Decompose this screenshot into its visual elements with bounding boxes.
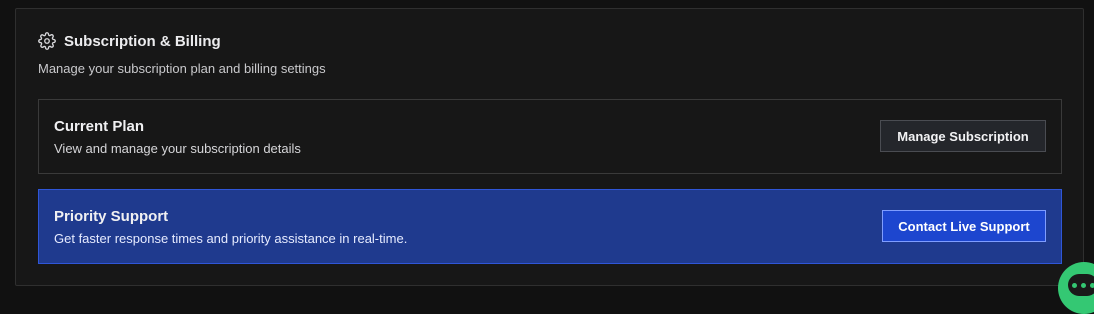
chat-dot <box>1072 283 1077 288</box>
current-plan-title: Current Plan <box>54 118 144 135</box>
manage-subscription-button[interactable]: Manage Subscription <box>880 120 1046 152</box>
chat-dot <box>1090 283 1094 288</box>
subscription-billing-card: Subscription & Billing Manage your subsc… <box>15 8 1084 286</box>
contact-live-support-button[interactable]: Contact Live Support <box>882 210 1046 242</box>
current-plan-panel: Current Plan View and manage your subscr… <box>38 99 1062 174</box>
priority-support-panel: Priority Support Get faster response tim… <box>38 189 1062 264</box>
gear-icon <box>38 32 56 50</box>
section-subtitle: Manage your subscription plan and billin… <box>38 61 326 76</box>
chat-dot <box>1081 283 1086 288</box>
priority-support-description: Get faster response times and priority a… <box>54 231 407 246</box>
section-title: Subscription & Billing <box>64 33 221 50</box>
chat-bubble-icon <box>1068 274 1094 296</box>
section-header: Subscription & Billing <box>38 32 221 50</box>
current-plan-description: View and manage your subscription detail… <box>54 141 301 156</box>
priority-support-title: Priority Support <box>54 208 168 225</box>
